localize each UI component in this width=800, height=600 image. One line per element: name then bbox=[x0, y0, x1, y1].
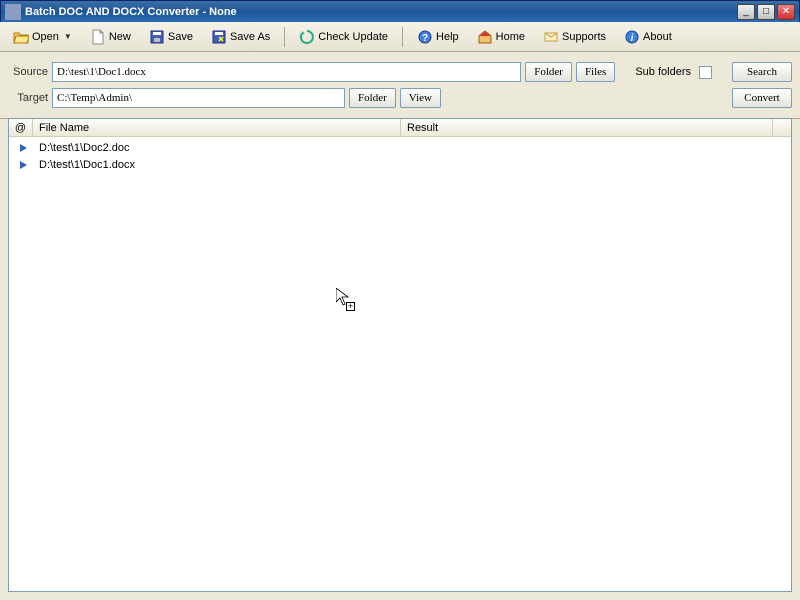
target-label: Target bbox=[8, 92, 48, 104]
save-as-icon bbox=[211, 29, 227, 45]
open-folder-icon bbox=[13, 29, 29, 45]
play-icon bbox=[15, 160, 33, 170]
source-files-button[interactable]: Files bbox=[576, 62, 615, 82]
home-button[interactable]: Home bbox=[470, 26, 532, 48]
about-button[interactable]: i About bbox=[617, 26, 679, 48]
column-at[interactable]: @ bbox=[9, 119, 33, 136]
source-input[interactable] bbox=[52, 62, 521, 82]
about-icon: i bbox=[624, 29, 640, 45]
paths-panel: Source Folder Files Sub folders Search T… bbox=[0, 52, 800, 119]
svg-text:?: ? bbox=[422, 33, 428, 44]
source-folder-button[interactable]: Folder bbox=[525, 62, 572, 82]
save-as-label: Save As bbox=[230, 31, 270, 43]
search-button[interactable]: Search bbox=[732, 62, 792, 82]
toolbar-separator bbox=[402, 27, 403, 47]
supports-icon bbox=[543, 29, 559, 45]
open-button[interactable]: Open ▼ bbox=[6, 26, 79, 48]
svg-text:i: i bbox=[631, 33, 634, 44]
save-label: Save bbox=[168, 31, 193, 43]
column-file-name[interactable]: File Name bbox=[33, 119, 401, 136]
supports-label: Supports bbox=[562, 31, 606, 43]
save-disk-icon bbox=[149, 29, 165, 45]
app-icon bbox=[5, 4, 21, 20]
target-view-button[interactable]: View bbox=[400, 88, 441, 108]
check-update-button[interactable]: Check Update bbox=[292, 26, 395, 48]
list-item-path: D:\test\1\Doc2.doc bbox=[33, 142, 130, 154]
list-header: @ File Name Result bbox=[9, 119, 791, 137]
subfolders-checkbox[interactable] bbox=[699, 66, 712, 79]
check-update-label: Check Update bbox=[318, 31, 388, 43]
new-label: New bbox=[109, 31, 131, 43]
column-padding bbox=[773, 119, 791, 136]
home-label: Home bbox=[496, 31, 525, 43]
convert-button[interactable]: Convert bbox=[732, 88, 792, 108]
target-input[interactable] bbox=[52, 88, 345, 108]
new-file-icon bbox=[90, 29, 106, 45]
about-label: About bbox=[643, 31, 672, 43]
main-toolbar: Open ▼ New Save Save As Check Update ? H… bbox=[0, 22, 800, 52]
help-icon: ? bbox=[417, 29, 433, 45]
list-item[interactable]: D:\test\1\Doc1.docx bbox=[9, 156, 791, 173]
list-item-path: D:\test\1\Doc1.docx bbox=[33, 159, 135, 171]
list-item[interactable]: D:\test\1\Doc2.doc bbox=[9, 139, 791, 156]
window-title: Batch DOC AND DOCX Converter - None bbox=[25, 6, 737, 18]
file-list: @ File Name Result D:\test\1\Doc2.doc D:… bbox=[8, 118, 792, 592]
supports-button[interactable]: Supports bbox=[536, 26, 613, 48]
toolbar-separator bbox=[284, 27, 285, 47]
list-body[interactable]: D:\test\1\Doc2.doc D:\test\1\Doc1.docx bbox=[9, 137, 791, 175]
source-label: Source bbox=[8, 66, 48, 78]
help-label: Help bbox=[436, 31, 459, 43]
save-as-button[interactable]: Save As bbox=[204, 26, 277, 48]
new-button[interactable]: New bbox=[83, 26, 138, 48]
column-result[interactable]: Result bbox=[401, 119, 773, 136]
subfolders-label: Sub folders bbox=[635, 66, 691, 78]
title-bar: Batch DOC AND DOCX Converter - None _ □ … bbox=[0, 0, 800, 22]
save-button[interactable]: Save bbox=[142, 26, 200, 48]
home-icon bbox=[477, 29, 493, 45]
target-folder-button[interactable]: Folder bbox=[349, 88, 396, 108]
minimize-button[interactable]: _ bbox=[737, 4, 755, 20]
maximize-button[interactable]: □ bbox=[757, 4, 775, 20]
help-button[interactable]: ? Help bbox=[410, 26, 466, 48]
open-dropdown-icon: ▼ bbox=[64, 32, 72, 41]
close-button[interactable]: ✕ bbox=[777, 4, 795, 20]
open-label: Open bbox=[32, 31, 59, 43]
update-icon bbox=[299, 29, 315, 45]
play-icon bbox=[15, 143, 33, 153]
